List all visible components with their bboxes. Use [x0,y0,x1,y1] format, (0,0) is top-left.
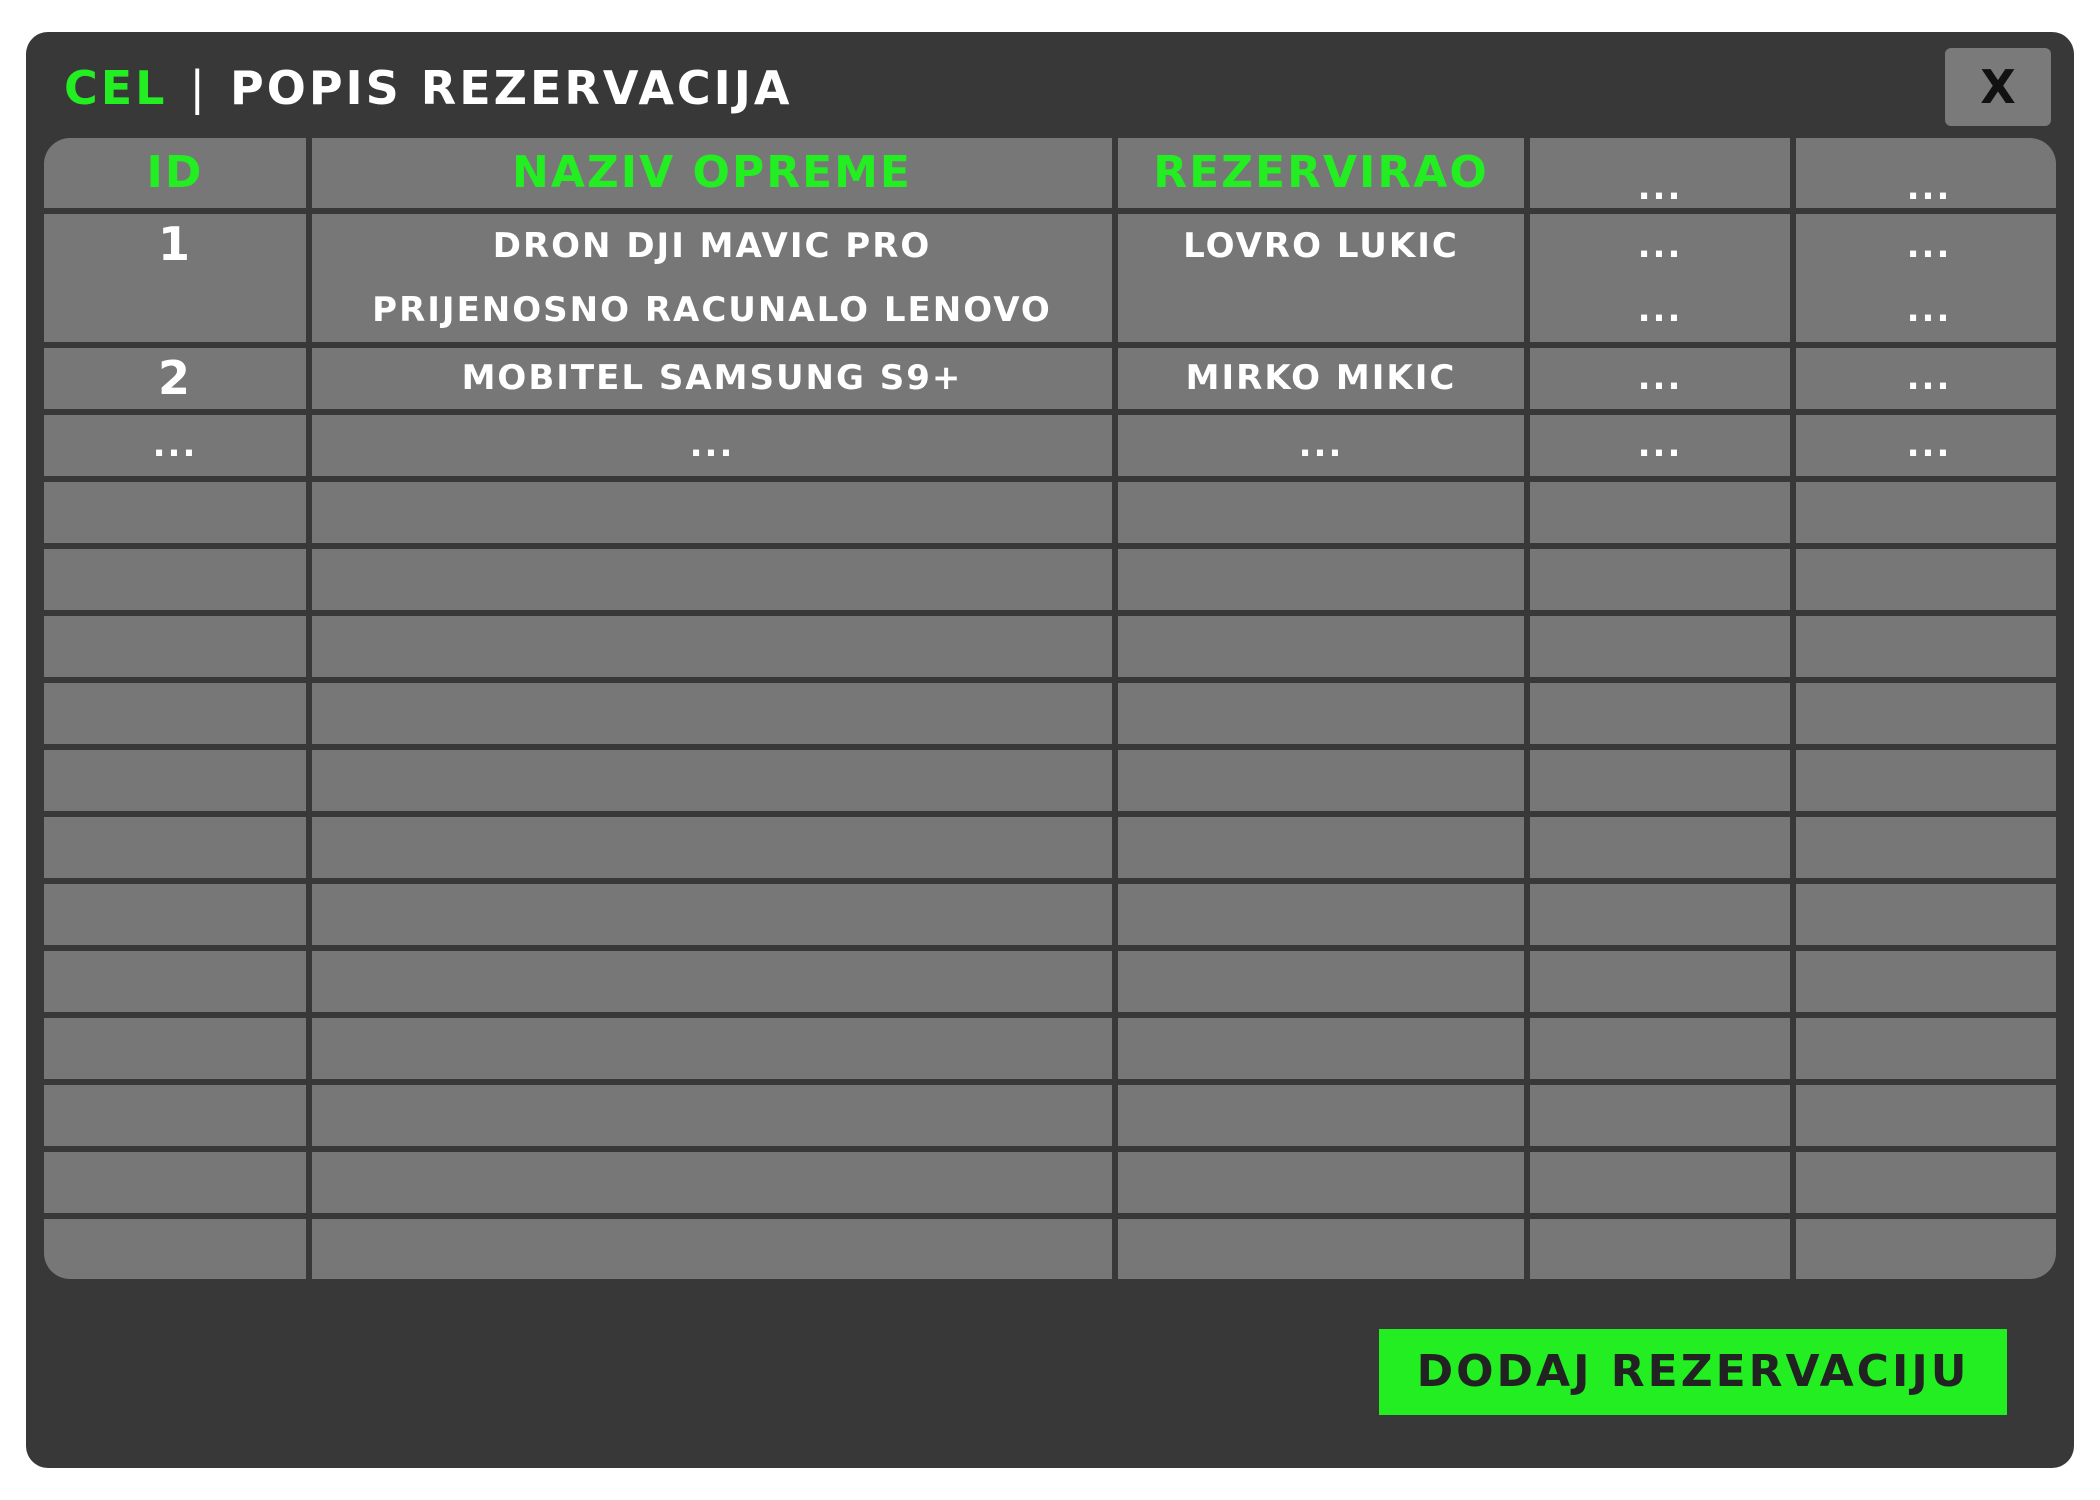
cell-reserved-by-text: LOVRO LUKIC [1183,226,1459,266]
empty-cell-equipment[interactable] [312,616,1112,677]
empty-cell-id[interactable] [44,1018,306,1079]
empty-cell-extra-2[interactable] [1796,817,2056,878]
empty-cell-reserved-by[interactable] [1118,482,1524,543]
empty-cell-extra-1[interactable] [1530,750,1790,811]
cell-equipment[interactable]: DRON DJI MAVIC PRO PRIJENOSNO RACUNALO L… [312,214,1112,342]
cell-reserved-by[interactable]: MIRKO MIKIC [1118,348,1524,409]
reservations-grid: ID NAZIV OPREME REZERVIRAO ... ... 1 DRO… [44,138,2056,1279]
cell-extra-2[interactable]: ... [1796,415,2056,476]
cell-extra-2[interactable]: ... [1796,348,2056,409]
empty-cell-extra-2[interactable] [1796,884,2056,945]
empty-cell-reserved-by[interactable] [1118,549,1524,610]
title-separator: | [189,61,208,115]
empty-cell-reserved-by[interactable] [1118,1018,1524,1079]
empty-cell-id[interactable] [44,951,306,1012]
cell-extra-1[interactable]: ... [1530,415,1790,476]
empty-cell-id[interactable] [44,750,306,811]
empty-cell-id[interactable] [44,482,306,543]
title-bar: CEL | POPIS REZERVACIJA X [26,32,2074,138]
empty-cell-equipment[interactable] [312,1018,1112,1079]
empty-cell-extra-2[interactable] [1796,1085,2056,1146]
page-title: POPIS REZERVACIJA [230,61,793,115]
empty-cell-id[interactable] [44,549,306,610]
cell-extra-1-text: ... [1637,226,1683,266]
empty-cell-equipment[interactable] [312,750,1112,811]
empty-cell-extra-2[interactable] [1796,750,2056,811]
empty-cell-extra-1[interactable] [1530,683,1790,744]
reservations-window: CEL | POPIS REZERVACIJA X ID NAZIV OPREME … [26,32,2074,1468]
empty-cell-id[interactable] [44,884,306,945]
column-header-extra-1[interactable]: ... [1530,138,1790,208]
empty-cell-id[interactable] [44,683,306,744]
cell-id[interactable]: ... [44,415,306,476]
empty-cell-id[interactable] [44,1085,306,1146]
empty-cell-equipment[interactable] [312,1219,1112,1279]
cell-extra-2-text: ... [1906,226,1952,266]
empty-cell-equipment[interactable] [312,884,1112,945]
empty-cell-id[interactable] [44,1152,306,1213]
cell-id[interactable]: 1 [44,214,306,342]
empty-cell-extra-2[interactable] [1796,616,2056,677]
empty-cell-extra-1[interactable] [1530,1018,1790,1079]
cell-equipment[interactable]: MOBITEL SAMSUNG S9+ [312,348,1112,409]
empty-cell-extra-1[interactable] [1530,616,1790,677]
empty-cell-reserved-by[interactable] [1118,817,1524,878]
empty-cell-equipment[interactable] [312,1152,1112,1213]
empty-cell-extra-1[interactable] [1530,951,1790,1012]
window-title: CEL | POPIS REZERVACIJA [64,56,793,120]
cell-equipment[interactable]: ... [312,415,1112,476]
cell-extra-1[interactable]: ... ... [1530,214,1790,342]
add-reservation-button[interactable]: DODAJ REZERVACIJU [1379,1329,2007,1415]
empty-cell-extra-1[interactable] [1530,884,1790,945]
empty-cell-id[interactable] [44,817,306,878]
column-header-equipment[interactable]: NAZIV OPREME [312,138,1112,208]
empty-cell-reserved-by[interactable] [1118,616,1524,677]
empty-cell-reserved-by[interactable] [1118,1152,1524,1213]
equipment-item: PRIJENOSNO RACUNALO LENOVO [372,290,1052,330]
empty-cell-reserved-by[interactable] [1118,683,1524,744]
empty-cell-reserved-by[interactable] [1118,750,1524,811]
empty-cell-extra-2[interactable] [1796,1018,2056,1079]
empty-cell-extra-2[interactable] [1796,683,2056,744]
empty-cell-id[interactable] [44,616,306,677]
empty-cell-reserved-by[interactable] [1118,1085,1524,1146]
empty-cell-reserved-by[interactable] [1118,951,1524,1012]
empty-cell-extra-1[interactable] [1530,549,1790,610]
empty-cell-equipment[interactable] [312,482,1112,543]
empty-cell-extra-2[interactable] [1796,482,2056,543]
empty-cell-equipment[interactable] [312,817,1112,878]
cell-extra-2-text: ... [1906,290,1952,330]
empty-cell-extra-2[interactable] [1796,1219,2056,1279]
empty-cell-reserved-by[interactable] [1118,1219,1524,1279]
empty-cell-extra-1[interactable] [1530,1219,1790,1279]
empty-cell-reserved-by[interactable] [1118,884,1524,945]
column-header-reserved-by[interactable]: REZERVIRAO [1118,138,1524,208]
reservations-table: ID NAZIV OPREME REZERVIRAO ... ... 1 DRO… [44,138,2056,1279]
column-header-id[interactable]: ID [44,138,306,208]
cell-extra-2[interactable]: ... ... [1796,214,2056,342]
empty-cell-extra-2[interactable] [1796,1152,2056,1213]
empty-cell-extra-2[interactable] [1796,549,2056,610]
empty-cell-equipment[interactable] [312,951,1112,1012]
empty-cell-id[interactable] [44,1219,306,1279]
column-header-extra-2[interactable]: ... [1796,138,2056,208]
close-button[interactable]: X [1945,48,2051,126]
empty-cell-extra-2[interactable] [1796,951,2056,1012]
empty-cell-extra-1[interactable] [1530,817,1790,878]
brand-label: CEL [64,61,168,115]
empty-cell-equipment[interactable] [312,549,1112,610]
cell-id-text: 1 [157,217,192,271]
cell-reserved-by[interactable]: LOVRO LUKIC [1118,214,1524,342]
empty-cell-equipment[interactable] [312,1085,1112,1146]
cell-reserved-by[interactable]: ... [1118,415,1524,476]
empty-cell-extra-1[interactable] [1530,1085,1790,1146]
cell-id[interactable]: 2 [44,348,306,409]
equipment-item: DRON DJI MAVIC PRO [492,226,932,266]
empty-cell-equipment[interactable] [312,683,1112,744]
cell-extra-1-text: ... [1637,290,1683,330]
cell-extra-1[interactable]: ... [1530,348,1790,409]
empty-cell-extra-1[interactable] [1530,1152,1790,1213]
empty-cell-extra-1[interactable] [1530,482,1790,543]
